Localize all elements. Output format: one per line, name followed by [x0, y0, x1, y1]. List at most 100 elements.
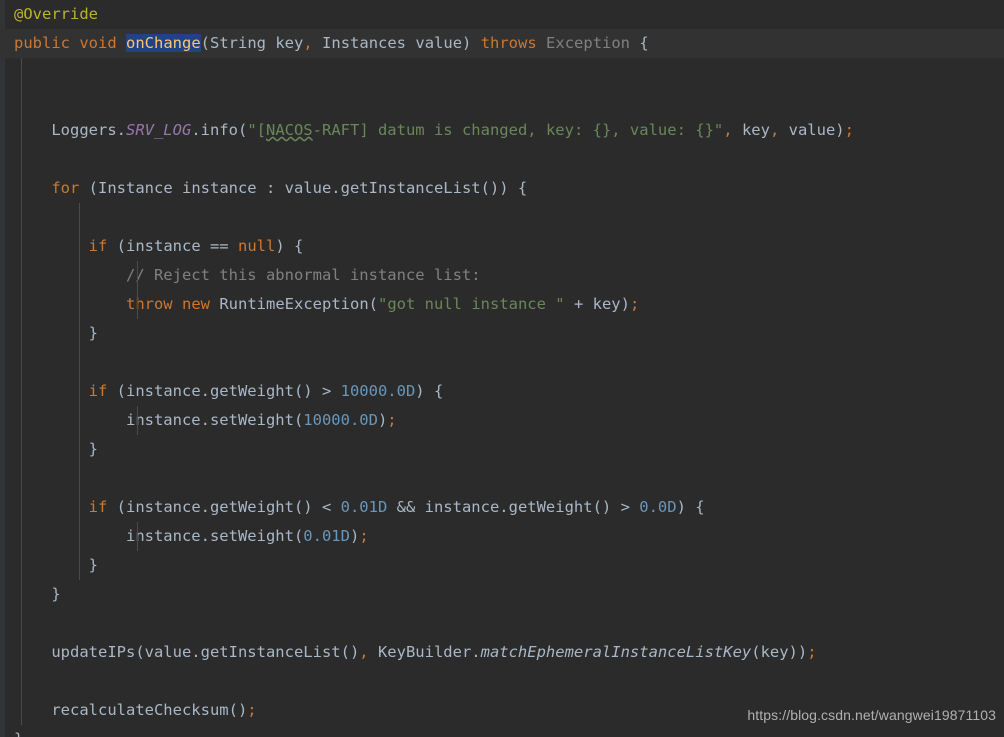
code-token: 0.01D [303, 527, 350, 545]
code-token: value) [406, 34, 481, 52]
code-token: (instance.getWeight() > [107, 382, 341, 400]
code-token: // Reject this abnormal instance list: [14, 266, 481, 284]
code-token: , [359, 643, 369, 661]
code-token: && instance.getWeight() > [387, 498, 640, 516]
code-line[interactable] [0, 58, 1004, 87]
indent-guide [21, 145, 22, 174]
code-token: @Override [14, 5, 98, 23]
code-token: recalculateChecksum() [14, 701, 248, 719]
code-line[interactable]: if (instance.getWeight() < 0.01D && inst… [0, 493, 1004, 522]
indent-guide [21, 667, 22, 696]
indent-guide [21, 58, 22, 87]
code-line[interactable]: } [0, 319, 1004, 348]
code-line[interactable]: throw new RuntimeException("got null ins… [0, 290, 1004, 319]
code-token: instance.setWeight( [14, 527, 304, 545]
code-line[interactable] [0, 203, 1004, 232]
code-line[interactable] [0, 464, 1004, 493]
code-token: ) { [676, 498, 705, 516]
code-line[interactable]: // Reject this abnormal instance list: [0, 261, 1004, 290]
code-line[interactable]: } [0, 580, 1004, 609]
indent-guide [21, 348, 22, 377]
code-token: ; [807, 643, 817, 661]
code-token: instance : value.getInstanceList()) { [172, 179, 528, 197]
code-token: } [14, 730, 23, 737]
code-token: (instance.getWeight() < [107, 498, 341, 516]
code-token: } [14, 440, 98, 458]
code-token: Loggers. [14, 121, 126, 139]
code-line[interactable]: public void onChange(String key, Instanc… [0, 29, 1004, 58]
code-token: ; [247, 701, 257, 719]
code-line[interactable]: if (instance == null) { [0, 232, 1004, 261]
indent-guide [79, 203, 80, 232]
code-token: void [79, 34, 117, 52]
code-token: instance.setWeight( [14, 411, 304, 429]
code-token: ) { [275, 237, 304, 255]
code-token: SRV_LOG [125, 121, 192, 139]
code-token: updateIPs(value.getInstanceList() [14, 643, 360, 661]
code-token: } [14, 556, 98, 574]
code-line[interactable]: } [0, 435, 1004, 464]
indent-guide [79, 464, 80, 493]
code-token: Instance [98, 179, 173, 197]
code-token: ; [387, 411, 397, 429]
code-token: throws [480, 34, 537, 52]
code-token: if [88, 498, 108, 516]
code-token: (key)) [751, 643, 808, 661]
code-line[interactable] [0, 667, 1004, 696]
code-token: ) [349, 527, 360, 545]
code-line[interactable]: } [0, 551, 1004, 580]
code-token: null [237, 237, 276, 255]
code-line[interactable] [0, 348, 1004, 377]
code-token: NACOS [265, 121, 313, 139]
code-line[interactable] [0, 609, 1004, 638]
code-token: for [51, 179, 80, 197]
code-token: ; [629, 295, 640, 313]
code-token: key [266, 34, 304, 52]
indent-guide [21, 87, 22, 116]
code-token: new [182, 295, 210, 313]
code-line[interactable]: @Override [0, 0, 1004, 29]
code-token: , [769, 121, 780, 139]
code-token: { [630, 34, 649, 52]
code-line[interactable] [0, 87, 1004, 116]
code-line[interactable]: updateIPs(value.getInstanceList(), KeyBu… [0, 638, 1004, 667]
code-token: key [732, 121, 770, 139]
code-token: .info( [191, 121, 248, 139]
code-token: Instances [322, 34, 407, 52]
code-line[interactable]: instance.setWeight(0.01D); [0, 522, 1004, 551]
code-token: "[ [247, 121, 266, 139]
code-token: ) { [415, 382, 444, 400]
code-editor[interactable]: @Override public void onChange(String key… [0, 0, 1004, 737]
code-line[interactable]: if (instance.getWeight() > 10000.0D) { [0, 377, 1004, 406]
code-content[interactable]: @Override public void onChange(String key… [0, 0, 1004, 737]
code-line[interactable] [0, 145, 1004, 174]
code-token: } [14, 585, 61, 603]
code-token: -RAFT] datum is changed, key: {}, value:… [312, 121, 724, 139]
code-token: if [88, 382, 108, 400]
indent-guide [79, 348, 80, 377]
code-token: RuntimeException [219, 295, 369, 313]
indent-guide [21, 203, 22, 232]
code-line[interactable]: Loggers.SRV_LOG.info("[NACOS-RAFT] datum… [0, 116, 1004, 145]
code-token: , [723, 121, 733, 139]
code-token: 10000.0D [340, 382, 416, 400]
indent-guide [21, 464, 22, 493]
watermark-text: https://blog.csdn.net/wangwei19871103 [747, 707, 996, 723]
code-token: value) [779, 121, 845, 139]
code-line[interactable]: instance.setWeight(10000.0D); [0, 406, 1004, 435]
code-line[interactable]: for (Instance instance : value.getInstan… [0, 174, 1004, 203]
code-token: } [14, 324, 98, 342]
code-token: String [210, 34, 267, 52]
code-token: + key) [564, 295, 630, 313]
code-token: matchEphemeralInstanceListKey [480, 643, 752, 661]
selected-token: onChange [126, 34, 201, 52]
code-token: ) [377, 411, 388, 429]
